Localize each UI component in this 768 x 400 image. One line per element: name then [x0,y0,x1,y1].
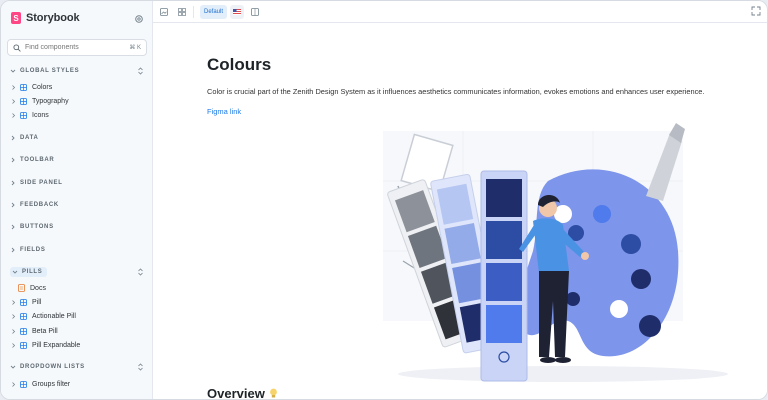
chevron-down-icon [12,270,18,274]
sidebar-item-icons[interactable]: Icons [1,108,153,122]
group-pills-highlight: PILLS [10,267,47,277]
image-icon [160,7,168,16]
group-label: FEEDBACK [20,202,59,208]
chevron-right-icon [11,157,15,163]
component-icon [20,83,27,91]
group-label: TOOLBAR [20,157,55,163]
expand-collapse-icon[interactable] [137,363,144,371]
group-toolbar[interactable]: TOOLBAR [1,153,153,167]
sidebar-item-label: Docs [30,284,46,292]
component-icon [20,111,27,119]
toolbar-divider [193,5,194,18]
expand-collapse-icon[interactable] [137,67,144,75]
chevron-right-icon [11,247,15,253]
search-input[interactable] [25,44,130,51]
component-icon [20,298,27,306]
group-label: SIDE PANEL [20,180,63,186]
sidebar-item-label: Pill Expandable [32,341,81,349]
locale-button[interactable] [230,4,245,19]
document-icon [18,284,25,292]
group-data[interactable]: DATA [1,131,153,145]
figma-link[interactable]: Figma link [207,107,241,116]
grid-icon [178,7,186,16]
group-label: PILLS [22,269,43,275]
section-heading-overview: Overview [207,386,278,400]
sidebar-item-label: Icons [32,111,49,119]
chevron-down-icon [10,365,16,369]
sidebar-item-label: Typography [32,97,69,105]
storybook-window: S Storybook ⌘ K GLOBAL STYLES Colors [0,0,768,400]
page-title: Colours [207,55,272,74]
brand-name: Storybook [26,12,80,24]
group-global-styles[interactable]: GLOBAL STYLES [1,64,153,78]
sidebar-item-actionable-pill[interactable]: Actionable Pill [1,309,153,323]
chevron-right-icon [12,328,16,334]
sidebar-item-docs[interactable]: Docs [1,281,153,295]
sidebar-item-typography[interactable]: Typography [1,94,153,108]
sidebar-item-label: Groups filter [32,380,71,388]
chevron-right-icon [12,299,16,305]
brand[interactable]: S Storybook [11,12,80,24]
sidebar: S Storybook ⌘ K GLOBAL STYLES Colors [1,1,153,399]
component-icon [20,327,27,335]
theme-selector[interactable]: Default [200,4,228,19]
storybook-logo-icon: S [11,12,21,24]
zoom-button[interactable] [157,5,171,19]
lightbulb-icon [269,388,277,398]
colour-palette-illustration [383,123,728,382]
component-icon [20,380,27,388]
component-icon [20,312,27,320]
group-fields[interactable]: FIELDS [1,243,153,257]
group-side-panel[interactable]: SIDE PANEL [1,176,153,190]
chevron-down-icon [10,69,16,73]
sidebar-item-label: Actionable Pill [32,312,76,320]
group-label: GLOBAL STYLES [20,68,80,74]
expand-collapse-icon[interactable] [137,268,144,276]
us-flag-icon [233,8,242,15]
page-description: Color is crucial part of the Zenith Desi… [207,87,705,96]
sidebar-item-colors[interactable]: Colors [1,80,153,94]
outline-icon [251,7,259,16]
canvas-toolbar: Default [153,1,767,23]
component-icon [20,97,27,105]
grid-button[interactable] [175,5,189,19]
group-label: FIELDS [20,247,46,253]
group-label: DROPDOWN LISTS [20,364,85,370]
chevron-right-icon [12,342,16,348]
chevron-right-icon [12,98,16,104]
chevron-right-icon [11,135,15,141]
gear-icon[interactable] [134,14,144,24]
group-pills[interactable]: PILLS [1,265,153,279]
section-heading-text: Overview [207,386,265,400]
sidebar-item-groups-filter[interactable]: Groups filter [1,377,153,391]
group-label: BUTTONS [20,224,54,230]
chevron-right-icon [12,381,16,387]
search-shortcut: ⌘ K [129,45,141,51]
group-feedback[interactable]: FEEDBACK [1,198,153,212]
group-label: DATA [20,135,39,141]
group-dropdown-lists[interactable]: DROPDOWN LISTS [1,360,153,374]
chevron-right-icon [11,180,15,186]
fullscreen-icon[interactable] [751,6,761,16]
docs-canvas: Colours Color is crucial part of the Zen… [153,23,767,400]
search-icon [13,43,21,52]
sidebar-item-pill[interactable]: Pill [1,295,153,309]
chevron-right-icon [12,112,16,118]
chevron-right-icon [11,224,15,230]
sidebar-item-label: Pill [32,298,42,306]
chevron-right-icon [12,84,16,90]
sidebar-item-label: Beta Pill [32,327,58,335]
search-field[interactable]: ⌘ K [7,39,147,56]
group-buttons[interactable]: BUTTONS [1,220,153,234]
sidebar-item-pill-expandable[interactable]: Pill Expandable [1,338,153,352]
chevron-right-icon [12,313,16,319]
chevron-right-icon [11,202,15,208]
viewport-button[interactable] [248,5,262,19]
sidebar-item-label: Colors [32,83,53,91]
sidebar-item-beta-pill[interactable]: Beta Pill [1,324,153,338]
component-icon [20,341,27,349]
